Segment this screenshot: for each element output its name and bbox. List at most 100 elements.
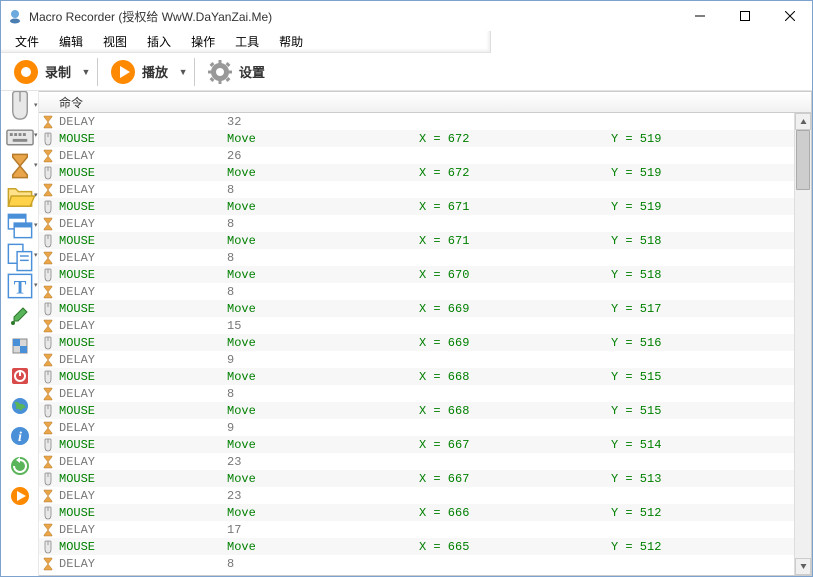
window-controls: [677, 1, 812, 31]
close-button[interactable]: [767, 1, 812, 30]
keyboard-icon[interactable]: [4, 125, 36, 147]
param2-cell: X = 669: [419, 302, 611, 316]
table-row[interactable]: DELAY23: [39, 453, 794, 470]
table-row[interactable]: DELAY15: [39, 317, 794, 334]
refresh-icon[interactable]: [9, 455, 31, 477]
table-row[interactable]: MOUSEMoveX = 667Y = 513: [39, 470, 794, 487]
table-row[interactable]: MOUSEMoveX = 668Y = 515: [39, 402, 794, 419]
table-row[interactable]: DELAY8: [39, 385, 794, 402]
table-row[interactable]: MOUSEMoveX = 665Y = 512: [39, 538, 794, 555]
cmd-cell: DELAY: [57, 115, 227, 129]
svg-text:T: T: [13, 277, 26, 298]
menu-file[interactable]: 文件: [5, 31, 49, 52]
param1-cell: Move: [227, 370, 419, 384]
svg-text:i: i: [18, 430, 22, 445]
menu-view[interactable]: 视图: [93, 31, 137, 52]
table-row[interactable]: DELAY23: [39, 487, 794, 504]
mouse-icon: [39, 132, 57, 146]
table-row[interactable]: MOUSEMoveX = 667Y = 514: [39, 436, 794, 453]
param1-cell: 8: [227, 557, 419, 571]
scroll-up-button[interactable]: [795, 113, 811, 130]
cmd-cell: DELAY: [57, 353, 227, 367]
table-row[interactable]: MOUSEMoveX = 670Y = 518: [39, 266, 794, 283]
menu-tools[interactable]: 工具: [225, 31, 269, 52]
param2-cell: X = 665: [419, 540, 611, 554]
scroll-track[interactable]: [795, 130, 811, 558]
hourglass-icon: [39, 523, 57, 537]
table-row[interactable]: MOUSEMoveX = 671Y = 518: [39, 232, 794, 249]
minimize-button[interactable]: [677, 1, 722, 30]
table-row[interactable]: DELAY8: [39, 181, 794, 198]
table-row[interactable]: MOUSEMoveX = 666Y = 512: [39, 504, 794, 521]
hourglass-icon: [39, 421, 57, 435]
param1-cell: 26: [227, 149, 419, 163]
hourglass-icon[interactable]: [4, 155, 36, 177]
table-row[interactable]: MOUSEMoveX = 672Y = 519: [39, 130, 794, 147]
table-row[interactable]: DELAY8: [39, 555, 794, 572]
table-row[interactable]: DELAY8: [39, 283, 794, 300]
param1-cell: Move: [227, 438, 419, 452]
scroll-thumb[interactable]: [796, 130, 810, 190]
param1-cell: 8: [227, 387, 419, 401]
clipboard-icon[interactable]: [4, 245, 36, 267]
table-row[interactable]: MOUSEMoveX = 669Y = 517: [39, 300, 794, 317]
param2-cell: X = 669: [419, 336, 611, 350]
windows-icon[interactable]: [4, 215, 36, 237]
info-icon[interactable]: i: [9, 425, 31, 447]
table-row[interactable]: DELAY17: [39, 521, 794, 538]
table-row[interactable]: MOUSEMoveX = 672Y = 519: [39, 164, 794, 181]
grid-body[interactable]: DELAY32MOUSEMoveX = 672Y = 519DELAY26MOU…: [39, 113, 794, 575]
app-window: Macro Recorder (授权给 WwW.DaYanZai.Me) 文件 …: [0, 0, 813, 577]
cmd-cell: DELAY: [57, 183, 227, 197]
menu-insert[interactable]: 插入: [137, 31, 181, 52]
record-label: 录制: [45, 62, 71, 81]
table-row[interactable]: DELAY8: [39, 249, 794, 266]
param1-cell: 8: [227, 183, 419, 197]
globe-icon[interactable]: [9, 395, 31, 417]
vertical-scrollbar[interactable]: [794, 113, 811, 575]
record-button[interactable]: 录制: [7, 56, 77, 88]
settings-button[interactable]: 设置: [201, 56, 271, 88]
menu-action[interactable]: 操作: [181, 31, 225, 52]
param1-cell: 9: [227, 421, 419, 435]
hourglass-icon: [39, 455, 57, 469]
pixel-icon[interactable]: [9, 335, 31, 357]
cmd-cell: MOUSE: [57, 540, 227, 554]
play-button[interactable]: 播放: [104, 56, 174, 88]
param3-cell: Y = 518: [611, 234, 794, 248]
cmd-cell: DELAY: [57, 523, 227, 537]
play-dropdown[interactable]: ▼: [178, 67, 188, 77]
open-file-icon[interactable]: [4, 185, 36, 207]
table-row[interactable]: MOUSEMoveX = 668Y = 515: [39, 368, 794, 385]
table-row[interactable]: DELAY26: [39, 147, 794, 164]
table-row[interactable]: DELAY32: [39, 113, 794, 130]
param3-cell: Y = 515: [611, 404, 794, 418]
cmd-cell: MOUSE: [57, 404, 227, 418]
cmd-cell: MOUSE: [57, 472, 227, 486]
table-row[interactable]: MOUSEMoveX = 669Y = 516: [39, 334, 794, 351]
mouse-icon[interactable]: [4, 95, 36, 117]
record-dropdown[interactable]: ▼: [81, 67, 91, 77]
hourglass-icon: [39, 149, 57, 163]
param1-cell: 32: [227, 115, 419, 129]
menu-help[interactable]: 帮助: [269, 31, 313, 52]
param1-cell: 8: [227, 217, 419, 231]
power-icon[interactable]: [9, 365, 31, 387]
cmd-cell: MOUSE: [57, 200, 227, 214]
app-icon: [7, 8, 23, 24]
maximize-button[interactable]: [722, 1, 767, 30]
text-icon[interactable]: T: [4, 275, 36, 297]
scroll-down-button[interactable]: [795, 558, 811, 575]
titlebar[interactable]: Macro Recorder (授权给 WwW.DaYanZai.Me): [1, 1, 812, 31]
menu-edit[interactable]: 编辑: [49, 31, 93, 52]
play-orange-icon[interactable]: [9, 485, 31, 507]
table-row[interactable]: MOUSEMoveX = 671Y = 519: [39, 198, 794, 215]
cmd-cell: MOUSE: [57, 268, 227, 282]
grid-header[interactable]: 命令: [39, 92, 811, 113]
color-picker-icon[interactable]: [9, 305, 31, 327]
mouse-icon: [39, 268, 57, 282]
table-row[interactable]: DELAY8: [39, 215, 794, 232]
table-row[interactable]: DELAY9: [39, 419, 794, 436]
table-row[interactable]: DELAY9: [39, 351, 794, 368]
toolbar-separator: [97, 58, 98, 86]
